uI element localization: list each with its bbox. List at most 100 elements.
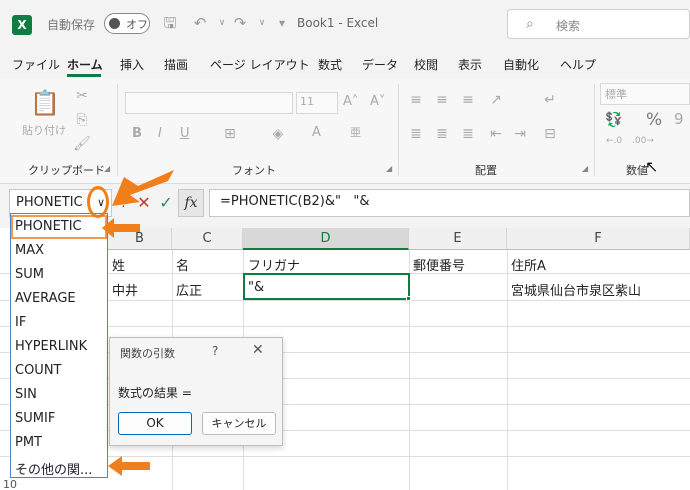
function-item-more[interactable]: その他の関... [15,459,92,478]
function-item-count[interactable]: COUNT [15,363,62,378]
cell-b2[interactable]: 中井 [112,280,138,299]
cancel-button[interactable]: キャンセル [202,412,276,435]
cancel-entry-icon[interactable]: ✕ [134,191,154,215]
decrease-decimal-icon[interactable]: .00→ [632,136,654,146]
tab-formulas[interactable]: 数式 [318,56,342,73]
accounting-format-icon[interactable]: 💱 [604,110,624,130]
bold-icon[interactable]: B [132,126,142,141]
tab-draw[interactable]: 描画 [164,56,188,73]
toggle-state: オフ [126,18,148,31]
comma-style-icon[interactable]: 9 [674,110,684,128]
customize-toolbar-icon[interactable]: ▾ [272,13,292,33]
ribbon-divider [594,84,595,176]
column-header-f[interactable]: F [507,228,690,250]
more-options-icon[interactable]: ⋮ [117,195,130,210]
insert-function-button[interactable]: fx [178,189,204,217]
column-header-e[interactable]: E [409,228,507,250]
function-item-if[interactable]: IF [15,315,26,330]
copy-icon[interactable]: ⎘ [72,110,92,130]
align-right-icon[interactable]: ≣ [458,124,478,144]
format-painter-icon[interactable]: 🖌 [72,134,92,154]
paste-icon[interactable]: 📋 [30,88,60,118]
close-icon[interactable]: ✕ [252,342,264,358]
tab-page-layout[interactable]: ページ レイアウト [210,56,310,73]
column-header-c[interactable]: C [172,228,243,250]
alignment-launcher-icon[interactable]: ◢ [582,164,588,173]
cell-c2[interactable]: 広正 [176,280,202,299]
tab-automate[interactable]: 自動化 [503,56,539,73]
column-header-b[interactable]: B [108,228,172,250]
cell-f1[interactable]: 住所A [511,255,546,274]
percent-style-icon[interactable]: % [646,110,662,130]
align-center-icon[interactable]: ≣ [432,124,452,144]
save-icon[interactable]: 🖫 [160,13,180,33]
function-item-sumif[interactable]: SUMIF [15,411,55,426]
phonetic-guide-icon[interactable]: 亜 [350,124,361,140]
increase-decimal-icon[interactable]: ←.0 [606,136,622,146]
underline-icon[interactable]: U [180,126,190,141]
align-top-icon[interactable]: ≡ [406,90,426,110]
font-color-icon[interactable]: A [312,125,321,140]
excel-logo-icon: X [12,15,32,35]
font-size-value: 11 [300,95,314,108]
column-header-d[interactable]: D [243,228,409,250]
cell-e1[interactable]: 郵便番号 [413,255,465,274]
wrap-text-icon[interactable]: ↵ [540,90,560,110]
tab-review[interactable]: 校閲 [414,56,438,73]
redo-icon[interactable]: ↷ [230,13,250,33]
cell-f2[interactable]: 宮城県仙台市泉区紫山 [511,280,641,299]
font-launcher-icon[interactable]: ◢ [386,164,392,173]
decrease-font-icon[interactable]: A˅ [370,94,385,109]
help-icon[interactable]: ? [212,344,218,358]
clipboard-group-label: クリップボード [28,164,105,177]
align-middle-icon[interactable]: ≡ [432,90,452,110]
function-item-hyperlink[interactable]: HYPERLINK [15,339,87,354]
tab-data[interactable]: データ [362,56,398,73]
fill-color-icon[interactable]: ◈ [268,124,288,144]
increase-font-icon[interactable]: A˄ [343,94,358,109]
merge-center-icon[interactable]: ⊟ [540,124,560,144]
tab-help[interactable]: ヘルプ [560,56,596,73]
function-item-sum[interactable]: SUM [15,267,44,282]
font-group-label: フォント [232,164,276,177]
orientation-icon[interactable]: ↗ [486,90,506,110]
decrease-indent-icon[interactable]: ⇤ [486,124,506,144]
increase-indent-icon[interactable]: ⇥ [510,124,530,144]
cell-c1[interactable]: 名 [176,255,189,274]
align-bottom-icon[interactable]: ≡ [458,90,478,110]
undo-dropdown-icon[interactable]: ∨ [212,13,232,33]
cell-b1[interactable]: 姓 [112,255,125,274]
function-item-max[interactable]: MAX [15,243,44,258]
autosave-toggle[interactable]: オフ [104,13,150,34]
ok-button[interactable]: OK [118,412,192,435]
dialog-title: 関数の引数 [120,347,175,360]
search-placeholder: 検索 [556,19,581,33]
function-item-average[interactable]: AVERAGE [15,291,76,306]
function-item-sin[interactable]: SIN [15,387,37,402]
tab-home[interactable]: ホーム [67,56,103,73]
formula-result-label: 数式の結果 = [118,386,192,400]
align-left-icon[interactable]: ≣ [406,124,426,144]
tab-file[interactable]: ファイル [12,56,60,73]
number-format-value: 標準 [605,88,627,101]
italic-icon[interactable]: I [158,126,162,141]
font-name-box[interactable] [125,92,293,114]
search-box[interactable]: ⌕ 検索 [507,9,690,39]
active-cell-border [243,273,410,300]
autosave-label: 自動保存 [47,18,96,32]
cell-d1[interactable]: フリガナ [248,255,300,274]
border-icon[interactable]: ⊞ [220,124,240,144]
tab-view[interactable]: 表示 [458,56,482,73]
redo-dropdown-icon[interactable]: ∨ [252,13,272,33]
document-title: Book1 - Excel [297,16,379,30]
search-icon: ⌕ [526,16,534,32]
undo-icon[interactable]: ↶ [190,13,210,33]
alignment-group-label: 配置 [475,164,497,177]
clipboard-launcher-icon[interactable]: ◢ [104,164,110,173]
tab-insert[interactable]: 挿入 [120,56,144,73]
row-number: 10 [3,478,17,490]
function-item-pmt[interactable]: PMT [15,435,42,450]
fill-handle[interactable] [406,296,411,301]
confirm-entry-icon[interactable]: ✓ [156,191,176,215]
cut-icon[interactable]: ✂ [72,86,92,106]
